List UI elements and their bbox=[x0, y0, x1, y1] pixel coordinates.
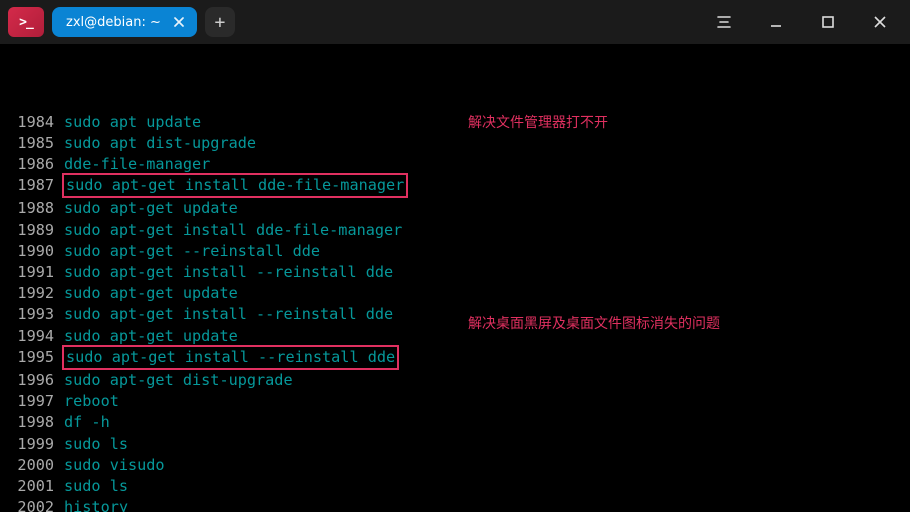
history-command: dde-file-manager bbox=[64, 154, 210, 175]
history-line: 1995sudo apt-get install --reinstall dde bbox=[6, 347, 904, 370]
annotation-text: 解决桌面黑屏及桌面文件图标消失的问题 bbox=[468, 313, 720, 334]
history-number: 1990 bbox=[6, 241, 64, 262]
annotation-text: 解决文件管理器打不开 bbox=[468, 112, 608, 133]
history-line: 1991sudo apt-get install --reinstall dde bbox=[6, 262, 904, 283]
plus-icon: + bbox=[214, 12, 225, 33]
history-line: 1992sudo apt-get update bbox=[6, 283, 904, 304]
history-line: 1984sudo apt update bbox=[6, 112, 904, 133]
history-line: 1997reboot bbox=[6, 391, 904, 412]
history-command: sudo apt-get update bbox=[64, 326, 238, 347]
menu-icon[interactable] bbox=[702, 0, 746, 44]
history-command: sudo apt-get install dde-file-manager bbox=[64, 220, 402, 241]
maximize-icon[interactable] bbox=[806, 0, 850, 44]
terminal-window: zxl@debian: ~ + 1984sudo apt update1985s… bbox=[0, 0, 910, 512]
minimize-icon[interactable] bbox=[754, 0, 798, 44]
terminal-app-icon[interactable] bbox=[8, 7, 44, 37]
history-command: sudo visudo bbox=[64, 455, 165, 476]
history-number: 1997 bbox=[6, 391, 64, 412]
history-number: 1993 bbox=[6, 304, 64, 325]
history-number: 1996 bbox=[6, 370, 64, 391]
history-number: 1991 bbox=[6, 262, 64, 283]
history-number: 1987 bbox=[6, 175, 64, 198]
history-command: sudo apt update bbox=[64, 112, 201, 133]
history-line: 1999sudo ls bbox=[6, 434, 904, 455]
history-line: 1987sudo apt-get install dde-file-manage… bbox=[6, 175, 904, 198]
new-tab-button[interactable]: + bbox=[205, 7, 235, 37]
history-line: 1990sudo apt-get --reinstall dde bbox=[6, 241, 904, 262]
history-line: 2000sudo visudo bbox=[6, 455, 904, 476]
history-command: sudo apt-get --reinstall dde bbox=[64, 241, 320, 262]
history-line: 1988sudo apt-get update bbox=[6, 198, 904, 219]
history-command: history bbox=[64, 497, 128, 512]
history-line: 1996sudo apt-get dist-upgrade bbox=[6, 370, 904, 391]
history-number: 1988 bbox=[6, 198, 64, 219]
history-command: sudo apt-get update bbox=[64, 283, 238, 304]
history-line: 2002history bbox=[6, 497, 904, 512]
terminal-tab[interactable]: zxl@debian: ~ bbox=[52, 7, 197, 37]
history-line: 1986dde-file-manager bbox=[6, 154, 904, 175]
history-command-highlighted: sudo apt-get install --reinstall dde bbox=[62, 345, 399, 370]
history-number: 1992 bbox=[6, 283, 64, 304]
history-command: sudo apt-get install --reinstall dde bbox=[64, 262, 393, 283]
history-command: sudo apt-get dist-upgrade bbox=[64, 370, 293, 391]
terminal-body[interactable]: 1984sudo apt update1985sudo apt dist-upg… bbox=[0, 44, 910, 512]
history-line: 1993sudo apt-get install --reinstall dde bbox=[6, 304, 904, 325]
tab-title: zxl@debian: ~ bbox=[66, 15, 161, 30]
close-tab-icon[interactable] bbox=[171, 14, 187, 30]
history-command: reboot bbox=[64, 391, 119, 412]
history-command: sudo apt-get update bbox=[64, 198, 238, 219]
history-line: 1989sudo apt-get install dde-file-manage… bbox=[6, 220, 904, 241]
history-command: df -h bbox=[64, 412, 110, 433]
history-number: 2001 bbox=[6, 476, 64, 497]
history-line: 1998df -h bbox=[6, 412, 904, 433]
history-line: 1985sudo apt dist-upgrade bbox=[6, 133, 904, 154]
history-command-highlighted: sudo apt-get install dde-file-manager bbox=[62, 173, 408, 198]
close-icon[interactable] bbox=[858, 0, 902, 44]
history-number: 1984 bbox=[6, 112, 64, 133]
history-command: sudo ls bbox=[64, 476, 128, 497]
history-command: sudo ls bbox=[64, 434, 128, 455]
history-number: 1994 bbox=[6, 326, 64, 347]
history-number: 1985 bbox=[6, 133, 64, 154]
history-number: 2000 bbox=[6, 455, 64, 476]
history-number: 1995 bbox=[6, 347, 64, 370]
history-number: 1989 bbox=[6, 220, 64, 241]
history-line: 1994sudo apt-get update bbox=[6, 326, 904, 347]
history-number: 1999 bbox=[6, 434, 64, 455]
history-number: 1998 bbox=[6, 412, 64, 433]
history-number: 2002 bbox=[6, 497, 64, 512]
history-line: 2001sudo ls bbox=[6, 476, 904, 497]
history-command: sudo apt dist-upgrade bbox=[64, 133, 256, 154]
history-command: sudo apt-get install --reinstall dde bbox=[64, 304, 393, 325]
titlebar: zxl@debian: ~ + bbox=[0, 0, 910, 44]
history-number: 1986 bbox=[6, 154, 64, 175]
